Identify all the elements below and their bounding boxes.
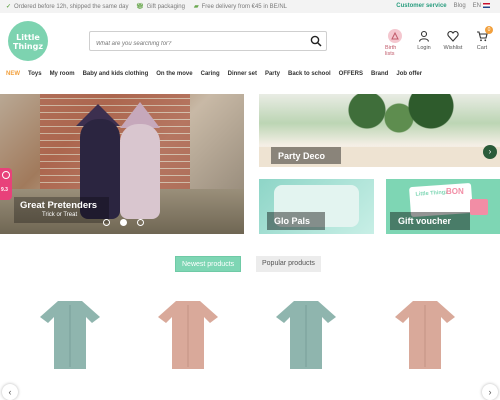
product-list — [0, 295, 500, 375]
review-score: 9.3 — [1, 187, 8, 193]
language-selector[interactable]: EN — [473, 3, 490, 9]
gift-box-image — [470, 199, 488, 215]
birth-lists-label: Birth lists — [385, 45, 397, 57]
nav-item-clothing[interactable]: Baby and kids clothing — [83, 71, 149, 85]
truck-icon: ▰ — [194, 4, 199, 10]
language-label: EN — [472, 3, 481, 10]
nav-item-party[interactable]: Party — [265, 71, 280, 85]
header-actions: Birth lists Login Wishlist 0 Cart — [385, 26, 493, 57]
blog-link[interactable]: Blog — [454, 3, 466, 9]
chevron-right-icon[interactable]: › — [483, 145, 497, 159]
birth-lists-button[interactable]: Birth lists — [385, 29, 405, 57]
cart-icon: 0 — [475, 26, 493, 43]
product-card[interactable] — [156, 295, 220, 371]
voucher-card-text: Little Thingz — [415, 189, 449, 198]
nav-item-toys[interactable]: Toys — [28, 71, 42, 85]
chevron-right-icon[interactable]: › — [482, 384, 498, 400]
cart-label: Cart — [476, 45, 488, 51]
usp-shipping: ✓ Ordered before 12h, shipped the same d… — [6, 3, 129, 11]
wishlist-label: Wishlist — [443, 45, 463, 51]
nav-item-on-the-move[interactable]: On the move — [156, 71, 192, 85]
logo-text: Little Thingz — [13, 33, 43, 51]
voucher-bon-text: BON — [446, 187, 464, 196]
search-bar — [89, 31, 327, 53]
product-image-sleeping-bag — [395, 301, 455, 369]
banner-caption-main[interactable]: Great Pretenders Trick or Treat — [14, 197, 109, 223]
usp-text: Gift packaging — [146, 3, 185, 10]
carousel-dot[interactable] — [137, 219, 144, 226]
cart-button[interactable]: 0 Cart — [472, 26, 493, 57]
usp-text: Ordered before 12h, shipped the same day — [14, 3, 129, 10]
review-logo-icon — [2, 171, 10, 179]
nav-item-brand[interactable]: Brand — [371, 71, 388, 85]
carousel-dot-active[interactable] — [120, 219, 127, 226]
banner-caption-glo-pals[interactable]: Glo Pals — [267, 212, 325, 230]
product-image-sleeping-bag — [276, 301, 336, 369]
gift-icon: 🎁︎ — [136, 4, 144, 10]
wishlist-button[interactable]: Wishlist — [443, 29, 463, 57]
product-card[interactable] — [274, 295, 338, 371]
banner-subtitle: Trick or Treat — [42, 212, 78, 218]
nav-item-my-room[interactable]: My room — [50, 71, 75, 85]
flag-icon — [483, 3, 490, 8]
login-button[interactable]: Login — [414, 29, 434, 57]
product-image-sleeping-bag — [158, 301, 218, 369]
search-input[interactable] — [96, 35, 296, 53]
nav-item-caring[interactable]: Caring — [201, 71, 220, 85]
nav-item-new[interactable]: NEW — [6, 71, 20, 85]
chevron-left-icon[interactable]: ‹ — [2, 384, 18, 400]
cart-count-badge: 0 — [485, 26, 493, 34]
user-icon — [417, 29, 431, 43]
child-costume-image — [120, 124, 160, 219]
carousel-dots — [103, 219, 144, 226]
nav-item-offers[interactable]: OFFERS — [339, 71, 363, 85]
main-nav: NEW Toys My room Baby and kids clothing … — [0, 71, 500, 85]
carousel-dot[interactable] — [103, 219, 110, 226]
plants-image — [319, 94, 479, 134]
banner-caption-gift-voucher[interactable]: Gift voucher — [390, 212, 470, 230]
stork-icon — [388, 29, 402, 43]
usp-gift: 🎁︎ Gift packaging — [136, 3, 185, 11]
banner-caption-party[interactable]: Party Deco — [271, 147, 341, 164]
product-card[interactable] — [393, 295, 457, 371]
product-image-sleeping-bag — [40, 301, 100, 369]
usp-text: Free delivery from €45 in BE/NL — [201, 3, 287, 10]
nav-item-dinner-set[interactable]: Dinner set — [228, 71, 257, 85]
logo[interactable]: Little Thingz — [8, 21, 48, 61]
heart-icon — [446, 29, 460, 43]
nav-item-job-offer[interactable]: Job offer — [396, 71, 422, 85]
login-label: Login — [417, 45, 431, 51]
review-widget[interactable]: 9.3 — [0, 168, 12, 200]
search-icon[interactable] — [310, 35, 322, 47]
tab-popular-products[interactable]: Popular products — [256, 256, 321, 272]
product-card[interactable] — [38, 295, 102, 371]
nav-item-back-to-school[interactable]: Back to school — [288, 71, 331, 85]
top-bar: ✓ Ordered before 12h, shipped the same d… — [0, 0, 500, 13]
usp-delivery: ▰ Free delivery from €45 in BE/NL — [194, 3, 287, 11]
tab-newest-products[interactable]: Newest products — [175, 256, 242, 272]
customer-service-link[interactable]: Customer service — [396, 3, 446, 9]
site-header: Little Thingz Birth lists Login Wishlist… — [0, 13, 500, 71]
check-icon: ✓ — [6, 4, 12, 10]
banner-title: Great Pretenders — [20, 200, 98, 211]
top-links: Customer service Blog EN — [396, 3, 490, 9]
